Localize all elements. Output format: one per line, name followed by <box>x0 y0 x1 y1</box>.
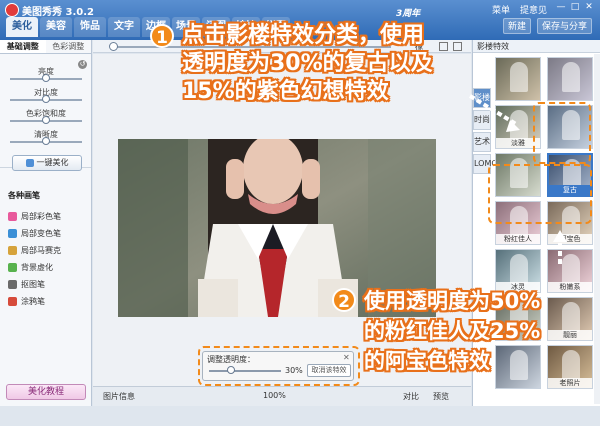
arrow-overlay <box>468 94 567 264</box>
arrow-head-icon <box>553 230 567 242</box>
arrow-to-vintage <box>468 94 518 126</box>
